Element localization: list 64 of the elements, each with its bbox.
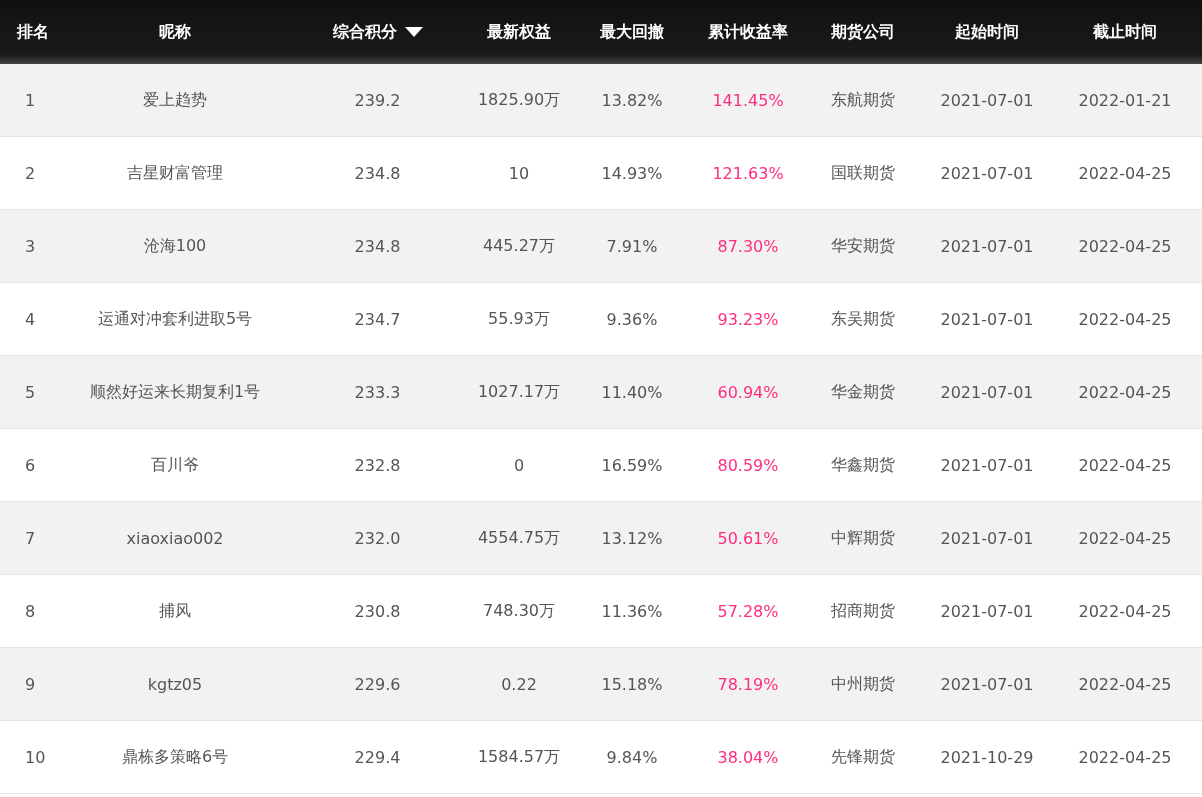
table-cell: 沧海100 [65,210,285,283]
table-cell: 445.27万 [470,210,568,283]
sort-descending-icon [404,27,423,37]
table-cell: 7 [0,502,65,575]
table-cell: 1027.17万 [470,356,568,429]
table-cell: 4554.75万 [470,502,568,575]
table-cell: 东航期货 [800,64,926,137]
table-cell: 先锋期货 [800,721,926,794]
table-cell: 233.3 [285,356,470,429]
table-cell: 鼎栋多策略6号 [65,721,285,794]
table-cell: 2022-04-25 [1048,648,1202,721]
table-cell: 9 [0,648,65,721]
table-cell: 1825.90万 [470,64,568,137]
column-header[interactable]: 排名 [0,0,65,64]
table-cell: 78.19% [696,648,800,721]
table-cell: 10 [0,721,65,794]
table-cell: 2021-07-01 [926,648,1048,721]
table-cell: 1584.57万 [470,721,568,794]
table-cell: 2021-07-01 [926,356,1048,429]
table-cell: 2021-10-29 [926,721,1048,794]
table-cell: 239.2 [285,64,470,137]
table-cell: 中辉期货 [800,502,926,575]
column-header[interactable]: 最新权益 [470,0,568,64]
table-cell: 2021-07-01 [926,502,1048,575]
table-cell: 11.40% [568,356,696,429]
table-cell: xiaoxiao002 [65,502,285,575]
column-header[interactable]: 昵称 [65,0,285,64]
table-cell: 2022-04-25 [1048,502,1202,575]
table-cell: 50.61% [696,502,800,575]
column-header[interactable]: 综合积分 [285,0,470,64]
table-cell: 13.12% [568,502,696,575]
table-cell: 华金期货 [800,356,926,429]
table-cell: 87.30% [696,210,800,283]
table-cell: 爱上趋势 [65,64,285,137]
table-cell: 顺然好运来长期复利1号 [65,356,285,429]
table-cell: 15.18% [568,648,696,721]
table-cell: 232.0 [285,502,470,575]
table-cell: 2021-07-01 [926,210,1048,283]
table-cell: 229.6 [285,648,470,721]
table-cell: 234.8 [285,210,470,283]
table-cell: 2022-01-21 [1048,64,1202,137]
table-cell: kgtz05 [65,648,285,721]
column-header[interactable]: 期货公司 [800,0,926,64]
table-cell: 9.84% [568,721,696,794]
table-cell: 229.4 [285,721,470,794]
table-cell: 7.91% [568,210,696,283]
table-cell: 2021-07-01 [926,64,1048,137]
table-cell: 5 [0,356,65,429]
table-cell: 1 [0,64,65,137]
table-cell: 141.45% [696,64,800,137]
column-header[interactable]: 累计收益率 [696,0,800,64]
table-cell: 0.22 [470,648,568,721]
table-cell: 华安期货 [800,210,926,283]
column-header[interactable]: 起始时间 [926,0,1048,64]
table-cell: 2022-04-25 [1048,721,1202,794]
table-cell: 2022-04-25 [1048,356,1202,429]
column-header[interactable]: 截止时间 [1048,0,1202,64]
column-header[interactable]: 最大回撤 [568,0,696,64]
table-cell: 60.94% [696,356,800,429]
table-cell: 13.82% [568,64,696,137]
table-cell: 中州期货 [800,648,926,721]
table-cell: 3 [0,210,65,283]
table-cell: 2022-04-25 [1048,210,1202,283]
table-cell: 38.04% [696,721,800,794]
